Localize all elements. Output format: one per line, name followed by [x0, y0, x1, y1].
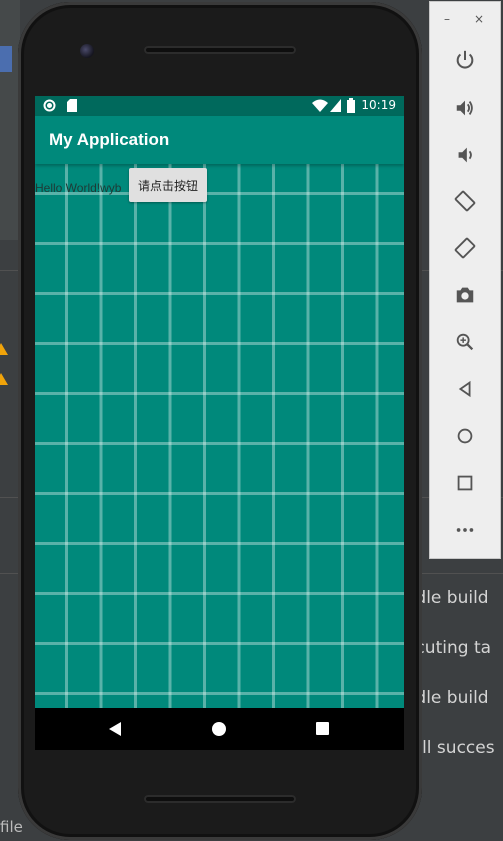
nav-recents-icon[interactable]: [316, 722, 329, 735]
status-time: 10:19: [361, 98, 396, 112]
app-toolbar: My Application: [35, 116, 404, 164]
app-title: My Application: [49, 130, 170, 149]
minimize-button[interactable]: –: [444, 12, 450, 26]
more-icon: [456, 528, 474, 532]
rotate-left-button[interactable]: [450, 186, 480, 216]
back-icon: [458, 380, 471, 398]
home-icon: [457, 428, 473, 444]
device-screen: 10:19 My Application Hello World!wyb 请点击…: [35, 96, 404, 708]
power-button[interactable]: [450, 45, 480, 75]
battery-icon: [347, 98, 355, 113]
signal-icon: [330, 99, 341, 112]
nav-back-icon[interactable]: [109, 722, 121, 736]
front-camera: [80, 44, 94, 58]
hello-text: Hello World!wyb: [35, 181, 122, 195]
volume-down-button[interactable]: [450, 140, 480, 170]
volume-up-button[interactable]: [450, 93, 480, 123]
close-button[interactable]: ×: [474, 12, 484, 26]
rotate-right-icon: [454, 237, 476, 259]
zoom-button[interactable]: [450, 327, 480, 357]
more-button[interactable]: [450, 515, 480, 545]
notification-dot-icon: [43, 99, 56, 112]
ide-status-file-label: file: [0, 818, 23, 836]
wifi-icon: [312, 99, 328, 112]
sd-card-icon: [67, 99, 77, 112]
emulator-control-panel: – ×: [430, 2, 500, 558]
screenshot-button[interactable]: [450, 280, 480, 310]
rotate-left-icon: [454, 190, 476, 212]
ide-sidebar-selection: [0, 46, 12, 72]
volume-up-icon: [456, 100, 473, 116]
status-bar: 10:19: [35, 96, 404, 116]
bottom-speaker: [144, 795, 296, 803]
nav-home-icon[interactable]: [212, 722, 226, 736]
warning-icon: [0, 343, 8, 355]
overview-icon: [457, 475, 473, 491]
app-content: Hello World!wyb 请点击按钮: [35, 164, 404, 708]
overview-button[interactable]: [450, 468, 480, 498]
power-icon: [456, 50, 474, 69]
volume-down-icon: [458, 147, 472, 163]
top-speaker: [144, 46, 296, 54]
home-button[interactable]: [450, 421, 480, 451]
back-button[interactable]: [450, 374, 480, 404]
android-nav-bar: [35, 708, 404, 750]
camera-icon: [456, 287, 474, 303]
zoom-icon: [456, 333, 474, 351]
click-me-button[interactable]: 请点击按钮: [129, 168, 207, 202]
warning-icon: [0, 373, 8, 385]
rotate-right-button[interactable]: [450, 233, 480, 263]
ide-project-sidebar: [0, 0, 20, 240]
